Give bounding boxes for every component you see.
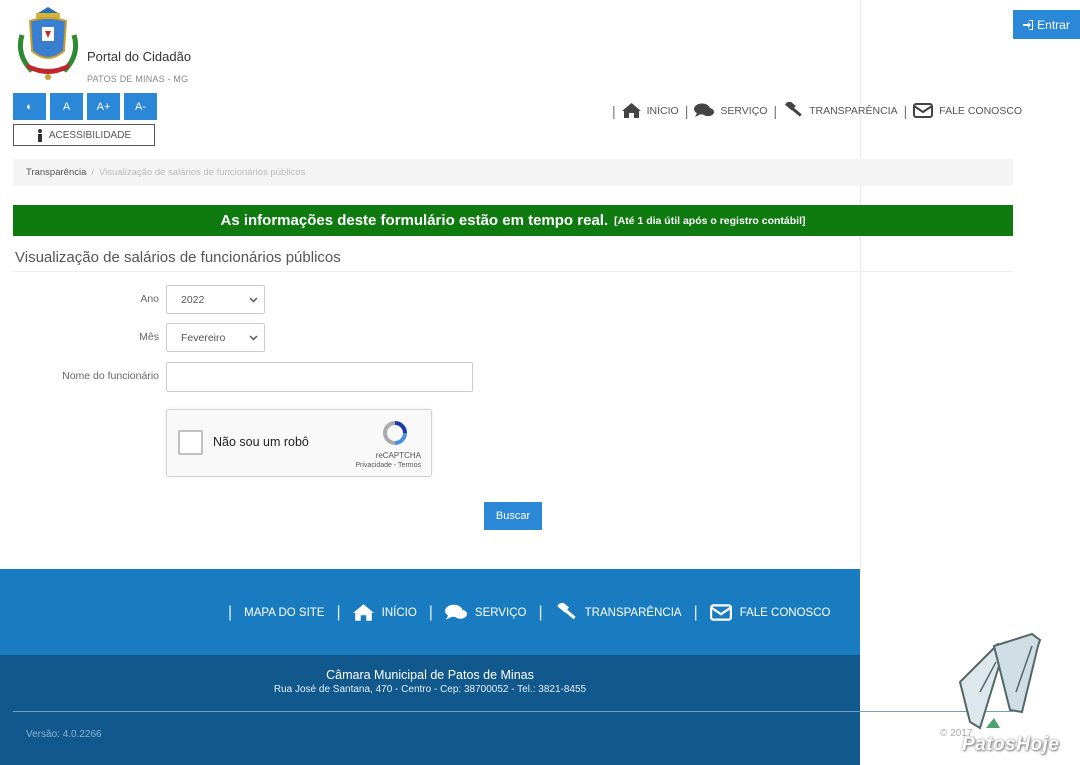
footer-separator: |: [693, 603, 698, 621]
accessibility-buttons: ◐ A A+ A-: [13, 93, 157, 120]
footer-nav-servico[interactable]: SERVIÇO: [444, 604, 527, 621]
recaptcha-label: Não sou um robô: [213, 435, 309, 449]
footer-version: Versão: 4.0.2266: [26, 729, 102, 740]
footer-nav-fale-conosco-label: FALE CONOSCO: [739, 606, 831, 619]
comments-icon: [444, 604, 467, 620]
search-button[interactable]: Buscar: [484, 502, 542, 530]
chevron-down-icon: [249, 335, 258, 341]
recaptcha-logo-icon: [383, 421, 407, 445]
accessibility-link[interactable]: ACESSIBILIDADE: [13, 124, 155, 146]
month-select[interactable]: Fevereiro: [166, 323, 265, 352]
breadcrumb-transparencia[interactable]: Transparência: [26, 167, 86, 178]
envelope-icon: [709, 604, 732, 621]
home-icon: [352, 604, 374, 621]
footer-nav-mapa-label: MAPA DO SITE: [244, 606, 325, 619]
font-normal-button[interactable]: A: [50, 93, 83, 120]
nav-inicio[interactable]: INÍCIO: [621, 103, 679, 118]
form-title: Visualização de salários de funcionários…: [15, 249, 341, 266]
login-button[interactable]: Entrar: [1013, 10, 1080, 39]
footer-separator: |: [336, 603, 341, 621]
realtime-banner: As informações deste formulário estão em…: [13, 205, 1013, 236]
login-label: Entrar: [1037, 17, 1070, 32]
chevron-down-icon: [249, 297, 258, 303]
month-label: Mês: [139, 331, 159, 343]
gavel-icon: [556, 603, 576, 620]
footer-separator: |: [428, 603, 433, 621]
nav-separator: |: [612, 102, 616, 119]
year-select[interactable]: 2022: [166, 285, 265, 314]
footer-org-name: Câmara Municipal de Patos de Minas: [326, 668, 534, 682]
footer-divider: [13, 711, 1013, 712]
site-title: Portal do Cidadão: [87, 49, 192, 64]
footer-nav-inicio-label: INÍCIO: [381, 606, 417, 619]
footer-nav: | MAPA DO SITE | INÍCIO | SERVIÇO | TRAN…: [228, 603, 830, 622]
recaptcha-widget: Não sou um robô reCAPTCHA Privacidade - …: [166, 409, 432, 477]
footer-address: Rua José de Santana, 470 - Centro - Cep:…: [273, 684, 587, 695]
recaptcha-links[interactable]: Privacidade - Termos: [355, 462, 421, 469]
nav-separator: |: [773, 102, 778, 119]
nav-separator: |: [684, 102, 689, 119]
form-divider: [13, 271, 1013, 272]
year-label: Ano: [140, 293, 159, 305]
watermark-text: PatosHoje: [962, 734, 1060, 755]
top-nav: | INÍCIO | SERVIÇO | TRANSPARÊNCIA | FAL…: [606, 102, 1022, 119]
employee-name-label: Nome do funcionário: [62, 370, 159, 382]
font-increase-button[interactable]: A+: [87, 93, 120, 120]
month-select-value: Fevereiro: [181, 331, 226, 344]
font-decrease-button[interactable]: A-: [124, 93, 157, 120]
recaptcha-brand: reCAPTCHA: [375, 451, 421, 460]
site-subtitle: PATOS DE MINAS - MG: [87, 74, 189, 84]
breadcrumb: Transparência / Visualização de salários…: [13, 159, 1013, 186]
gavel-icon: [785, 102, 802, 117]
swim-fins-watermark-icon: [958, 632, 1042, 730]
nav-transparencia-label: TRANSPARÊNCIA: [809, 104, 898, 117]
year-select-value: 2022: [181, 293, 205, 306]
nav-inicio-label: INÍCIO: [646, 104, 679, 117]
footer-nav-transparencia-label: TRANSPARÊNCIA: [584, 606, 682, 619]
footer-separator: |: [228, 603, 233, 621]
footer-nav-transparencia[interactable]: TRANSPARÊNCIA: [555, 603, 682, 622]
nav-servico-label: SERVIÇO: [720, 104, 768, 117]
coat-of-arms-logo: [17, 7, 79, 80]
footer-nav-fale-conosco[interactable]: FALE CONOSCO: [709, 604, 831, 621]
footer-separator: |: [538, 603, 543, 621]
info-icon: [37, 128, 42, 142]
page-edge: [860, 0, 861, 570]
nav-servico[interactable]: SERVIÇO: [694, 103, 767, 118]
breadcrumb-separator: /: [91, 167, 95, 178]
envelope-icon: [913, 103, 934, 118]
footer-nav-mapa[interactable]: MAPA DO SITE: [244, 607, 324, 619]
nav-fale-conosco-label: FALE CONOSCO: [939, 104, 1023, 117]
employee-name-input[interactable]: [166, 362, 473, 392]
nav-transparencia[interactable]: TRANSPARÊNCIA: [783, 102, 898, 119]
accessibility-label: ACESSIBILIDADE: [48, 129, 132, 141]
recaptcha-checkbox[interactable]: [178, 430, 203, 455]
breadcrumb-current: Visualização de salários de funcionários…: [99, 167, 306, 178]
footer-nav-servico-label: SERVIÇO: [474, 606, 527, 619]
nav-fale-conosco[interactable]: FALE CONOSCO: [913, 103, 1022, 118]
footer-nav-inicio[interactable]: INÍCIO: [352, 604, 417, 621]
banner-note: [Até 1 dia útil após o registro contábil…: [614, 214, 806, 227]
nav-separator: |: [903, 102, 908, 119]
sign-in-icon: [1023, 19, 1034, 30]
banner-main-text: As informações deste formulário estão em…: [220, 212, 609, 229]
comments-icon: [694, 103, 715, 117]
contrast-button[interactable]: ◐: [13, 93, 46, 120]
home-icon: [621, 103, 641, 118]
